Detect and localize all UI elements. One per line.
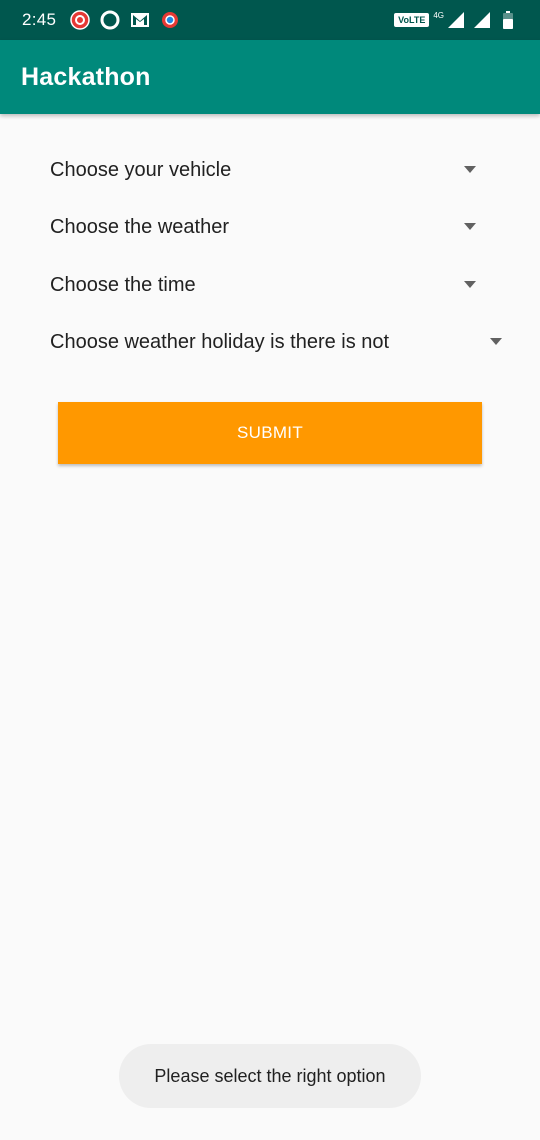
- app-bar: Hackathon: [0, 40, 540, 114]
- status-time: 2:45: [22, 10, 57, 29]
- weather-spinner[interactable]: Choose the weather: [50, 207, 476, 247]
- vehicle-spinner[interactable]: Choose your vehicle: [50, 150, 476, 190]
- status-left: 2:45: [22, 10, 180, 30]
- vehicle-spinner-label: Choose your vehicle: [50, 158, 232, 181]
- dropdown-arrow-icon: [464, 223, 476, 230]
- vodafone-icon: [100, 10, 120, 30]
- submit-button[interactable]: SUBMIT: [58, 402, 482, 464]
- notification-badge-icon: [70, 10, 91, 30]
- chrome-icon: [160, 10, 180, 30]
- toast-message: Please select the right option: [154, 1065, 386, 1086]
- dropdown-arrow-icon: [464, 166, 476, 173]
- volte-badge: VoLTE: [394, 13, 430, 27]
- dropdown-arrow-icon: [464, 281, 476, 288]
- battery-icon: [498, 10, 518, 30]
- holiday-spinner-label: Choose weather holiday is there is not: [50, 330, 390, 353]
- status-bar: 2:45 VoLTE 4G: [0, 0, 540, 40]
- toast: Please select the right option: [119, 1044, 421, 1108]
- weather-spinner-label: Choose the weather: [50, 215, 230, 238]
- gmail-icon: [130, 10, 150, 30]
- holiday-spinner[interactable]: Choose weather holiday is there is not: [50, 322, 502, 362]
- time-spinner[interactable]: Choose the time: [50, 265, 476, 305]
- network-type: 4G: [433, 10, 444, 20]
- signal-icon: [472, 10, 492, 30]
- time-spinner-label: Choose the time: [50, 273, 196, 296]
- signal-icon: [446, 10, 466, 30]
- dropdown-arrow-icon: [490, 338, 502, 345]
- status-right: VoLTE 4G: [394, 10, 518, 30]
- app-title: Hackathon: [21, 62, 151, 91]
